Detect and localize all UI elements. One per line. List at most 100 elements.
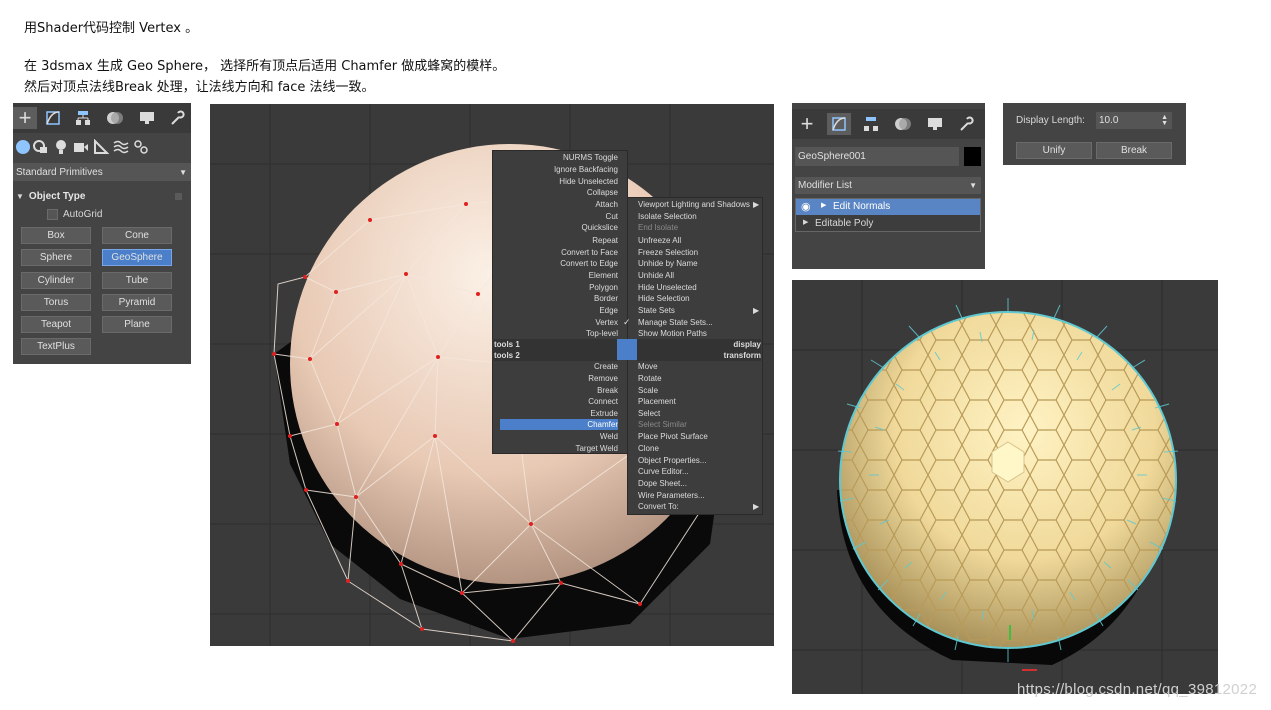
qm-quickslice[interactable]: Quickslice (492, 222, 618, 233)
qm-connect[interactable]: Connect (492, 396, 618, 407)
hierarchy-icon[interactable] (859, 113, 883, 135)
qm-weld[interactable]: Weld (492, 431, 618, 442)
qm-convert-to[interactable]: Convert To: (638, 501, 679, 512)
qm-convert-to-edge[interactable]: Convert to Edge (492, 258, 618, 269)
modifier-list-dropdown[interactable]: Modifier List ▼ (795, 177, 981, 194)
stack-item-label: Editable Poly (815, 218, 874, 229)
textplus-button[interactable]: TextPlus (21, 338, 91, 355)
autogrid-option[interactable]: AutoGrid (47, 209, 102, 220)
qm-move[interactable]: Move (638, 361, 658, 372)
display-icon[interactable] (135, 107, 159, 129)
qm-hide-unselected-right[interactable]: Hide Unselected (638, 282, 697, 293)
watermark: https://blog.csdn.net/qq_39812022 (1017, 681, 1258, 698)
unify-button[interactable]: Unify (1016, 142, 1092, 159)
object-name-field[interactable]: GeoSphere001 (795, 147, 959, 166)
qm-ignore-backfacing[interactable]: Ignore Backfacing (492, 164, 618, 175)
expand-icon[interactable]: ▶ (821, 201, 826, 209)
qm-attach[interactable]: Attach (492, 199, 618, 210)
qm-vertex[interactable]: Vertex (492, 317, 618, 328)
eye-icon[interactable]: ◉ (801, 200, 811, 213)
box-button[interactable]: Box (21, 227, 91, 244)
qm-top-level[interactable]: Top-level (492, 328, 618, 339)
qm-rotate[interactable]: Rotate (638, 373, 662, 384)
expand-icon[interactable]: ▶ (803, 218, 808, 226)
stack-item-edit-normals[interactable]: ◉ ▶ Edit Normals (796, 199, 980, 215)
torus-button[interactable]: Torus (21, 294, 91, 311)
submenu-arrow-icon: ▶ (753, 306, 760, 315)
systems-icon[interactable] (129, 136, 153, 158)
qm-element[interactable]: Element (492, 270, 618, 281)
wrench-icon[interactable] (954, 113, 978, 135)
stack-item-editable-poly[interactable]: ▶ Editable Poly (796, 216, 980, 232)
hierarchy-icon[interactable] (71, 107, 95, 129)
qm-polygon[interactable]: Polygon (492, 282, 618, 293)
cylinder-button[interactable]: Cylinder (21, 272, 91, 289)
pyramid-button[interactable]: Pyramid (102, 294, 172, 311)
qm-show-motion-paths[interactable]: Show Motion Paths (638, 328, 707, 339)
category-dropdown[interactable]: Standard Primitives ▼ (13, 163, 191, 181)
honeycomb-render (792, 280, 1218, 694)
command-tabs: + (13, 103, 191, 133)
display-icon[interactable] (923, 113, 947, 135)
display-length-label: Display Length: (1016, 115, 1085, 126)
qm-create[interactable]: Create (492, 361, 618, 372)
qm-scale[interactable]: Scale (638, 385, 658, 396)
qm-curve-editor[interactable]: Curve Editor... (638, 466, 689, 477)
qm-chamfer[interactable]: Chamfer (500, 419, 618, 430)
qm-end-isolate: End Isolate (638, 223, 679, 232)
qm-hide-unselected[interactable]: Hide Unselected (492, 176, 618, 187)
plus-icon[interactable]: + (795, 111, 819, 136)
create-panel: + Standard Primitives ▼ ▼ Object Type Au… (13, 103, 191, 364)
qm-collapse[interactable]: Collapse (492, 187, 618, 198)
qm-target-weld[interactable]: Target Weld (492, 443, 618, 454)
qm-nurms-toggle[interactable]: NURMS Toggle (492, 152, 618, 163)
qm-remove[interactable]: Remove (492, 373, 618, 384)
chevron-down-icon: ▼ (179, 167, 187, 177)
qm-dope-sheet[interactable]: Dope Sheet... (638, 478, 687, 489)
modify-curve-icon[interactable] (827, 113, 851, 135)
display-length-spinner[interactable]: 10.0 ▲ ▼ (1096, 112, 1172, 129)
qm-freeze-selection[interactable]: Freeze Selection (638, 247, 698, 258)
motion-icon[interactable] (891, 113, 915, 135)
qm-placement[interactable]: Placement (638, 396, 676, 407)
qm-repeat[interactable]: Repeat (492, 235, 618, 246)
qm-unhide-by-name[interactable]: Unhide by Name (638, 258, 698, 269)
plus-icon[interactable]: + (13, 105, 37, 130)
qm-wire-parameters[interactable]: Wire Parameters... (638, 490, 705, 501)
curve-icon[interactable] (41, 107, 65, 129)
qm-select[interactable]: Select (638, 408, 660, 419)
qm-object-properties[interactable]: Object Properties... (638, 455, 706, 466)
qm-unhide-all[interactable]: Unhide All (638, 270, 674, 281)
motion-icon[interactable] (103, 107, 127, 129)
sphere-button[interactable]: Sphere (21, 249, 91, 266)
geosphere-button[interactable]: GeoSphere (102, 249, 172, 266)
qm-hide-selection[interactable]: Hide Selection (638, 293, 690, 304)
qm-extrude[interactable]: Extrude (492, 408, 618, 419)
viewport-honeycomb[interactable] (792, 280, 1218, 694)
qm-unfreeze-all[interactable]: Unfreeze All (638, 235, 681, 246)
tube-button[interactable]: Tube (102, 272, 172, 289)
qm-manage-state-sets[interactable]: Manage State Sets... (638, 317, 713, 328)
wrench-icon[interactable] (165, 107, 189, 129)
intro-line-1: 用Shader代码控制 Vertex 。 (24, 21, 199, 36)
qm-break[interactable]: Break (492, 385, 618, 396)
plane-button[interactable]: Plane (102, 316, 172, 333)
object-type-rollout-header[interactable]: ▼ Object Type (13, 187, 191, 205)
qm-state-sets[interactable]: State Sets (638, 305, 675, 316)
qm-convert-to-face[interactable]: Convert to Face (492, 247, 618, 258)
qm-border[interactable]: Border (492, 293, 618, 304)
qm-edge[interactable]: Edge (492, 305, 618, 316)
qm-transform-header: transform (637, 350, 761, 361)
qm-cut[interactable]: Cut (492, 211, 618, 222)
break-button[interactable]: Break (1096, 142, 1172, 159)
qm-place-pivot-surface[interactable]: Place Pivot Surface (638, 431, 708, 442)
qm-viewport-lighting[interactable]: Viewport Lighting and Shadows (638, 199, 750, 210)
intro-line-3: 然后对顶点法线Break 处理，让法线方向和 face 法线一致。 (24, 80, 375, 95)
autogrid-checkbox[interactable] (47, 209, 58, 220)
qm-clone[interactable]: Clone (638, 443, 659, 454)
cone-button[interactable]: Cone (102, 227, 172, 244)
spinner-arrows-icon[interactable]: ▲ ▼ (1161, 114, 1168, 127)
qm-isolate-selection[interactable]: Isolate Selection (638, 211, 697, 222)
teapot-button[interactable]: Teapot (21, 316, 91, 333)
object-color-swatch[interactable] (964, 147, 981, 166)
